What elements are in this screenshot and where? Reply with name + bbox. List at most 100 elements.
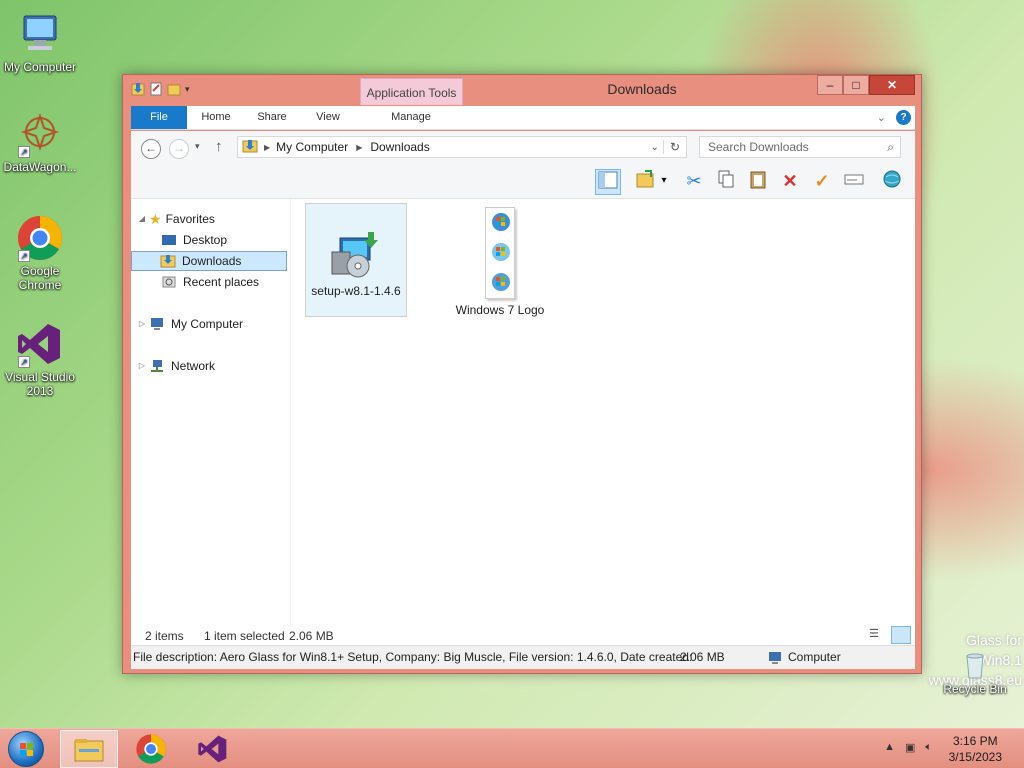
- desktop-icon-recycle-bin[interactable]: Recycle Bin: [935, 648, 1015, 696]
- file-name: Windows 7 Logo: [455, 303, 545, 317]
- large-icons-view-icon[interactable]: [891, 626, 911, 644]
- search-icon[interactable]: ⌕: [887, 137, 894, 157]
- tab-file[interactable]: File: [131, 106, 187, 129]
- maximize-button[interactable]: □: [843, 75, 869, 95]
- file-explorer-icon: [74, 739, 104, 762]
- file-description: File description: Aero Glass for Win8.1+…: [133, 650, 693, 664]
- expand-arrow-icon[interactable]: ▷: [137, 314, 147, 334]
- command-toolbar: ▾ ✂ ✕ ✓: [131, 165, 915, 199]
- network-icon[interactable]: ▣: [905, 741, 915, 754]
- address-bar[interactable]: ▶ My Computer ▶ Downloads ⌄ ↻: [237, 136, 687, 158]
- window-title: Downloads: [607, 81, 677, 97]
- taskbar-visual-studio[interactable]: [184, 730, 242, 768]
- nav-recent-places[interactable]: Recent places: [161, 272, 259, 292]
- back-button[interactable]: ←: [141, 139, 161, 159]
- ribbon-tabs: File Home Share View Manage ⌄ ?: [131, 106, 915, 130]
- file-item-windows7-logo[interactable]: Windows 7 Logo: [427, 203, 573, 317]
- computer-icon: [767, 650, 783, 664]
- nav-network[interactable]: ▷ Network: [137, 356, 215, 376]
- recent-locations-icon[interactable]: ▾: [195, 141, 200, 152]
- nav-label: Favorites: [165, 212, 215, 226]
- help-icon[interactable]: ?: [896, 110, 911, 125]
- copy-icon[interactable]: [713, 169, 739, 195]
- system-tray: ▲ ▣ 🔈︎: [884, 741, 932, 754]
- nav-my-computer[interactable]: ▷ My Computer: [137, 314, 243, 334]
- desktop-icon-my-computer[interactable]: My Computer: [0, 10, 80, 74]
- address-row: ← → ▾ ↑ ▶ My Computer ▶ Downloads ⌄ ↻ Se…: [131, 131, 915, 165]
- explorer-window: ▾ Application Tools Downloads – □ ✕ File…: [122, 74, 922, 674]
- preview-pane-icon[interactable]: [595, 169, 621, 195]
- desktop-icon: [161, 233, 177, 247]
- file-name: setup-w8.1-1.4.6: [311, 284, 401, 298]
- taskbar-file-explorer[interactable]: [60, 730, 118, 768]
- selection-size: 2.06 MB: [289, 629, 334, 643]
- nav-desktop[interactable]: Desktop: [161, 230, 227, 250]
- desktop-icon-visual-studio[interactable]: ↗ Visual Studio 2013: [0, 320, 80, 398]
- desktop-icon-label: Visual Studio 2013: [5, 370, 75, 398]
- tab-share[interactable]: Share: [249, 106, 295, 129]
- breadcrumb-item[interactable]: Downloads: [370, 140, 429, 154]
- chevron-down-icon[interactable]: ▾: [657, 169, 671, 195]
- chevron-right-icon: ▶: [264, 142, 271, 152]
- details-location: Computer: [788, 650, 841, 664]
- desktop-icon-chrome[interactable]: ↗ Google Chrome: [0, 214, 80, 292]
- nav-label: My Computer: [171, 317, 244, 331]
- recent-places-icon: [161, 275, 177, 289]
- nav-favorites[interactable]: ◢ ★ Favorites: [137, 209, 215, 229]
- close-button[interactable]: ✕: [869, 75, 915, 95]
- breadcrumb-item[interactable]: My Computer: [276, 140, 348, 154]
- paste-icon[interactable]: [745, 169, 771, 195]
- rename-icon[interactable]: [841, 169, 867, 195]
- refresh-icon[interactable]: ↻: [662, 140, 680, 154]
- chevron-down-icon[interactable]: ⌄: [651, 142, 659, 153]
- new-folder-icon[interactable]: [633, 169, 659, 195]
- image-thumbnail-icon: [485, 207, 515, 299]
- status-bar: 2 items 1 item selected 2.06 MB ☰: [131, 625, 915, 645]
- tab-manage[interactable]: Manage: [367, 106, 455, 129]
- folder-icon[interactable]: [131, 81, 145, 97]
- start-button[interactable]: [8, 731, 44, 767]
- delete-icon[interactable]: ✕: [777, 169, 803, 195]
- tab-view[interactable]: View: [307, 106, 349, 129]
- nav-downloads[interactable]: Downloads: [131, 251, 287, 271]
- file-item-setup[interactable]: setup-w8.1-1.4.6: [305, 203, 407, 317]
- minimize-button[interactable]: –: [817, 75, 843, 95]
- show-hidden-icons-icon[interactable]: ▲: [884, 741, 895, 754]
- up-button[interactable]: ↑: [215, 138, 223, 155]
- quick-access-toolbar: ▾: [131, 81, 195, 97]
- selection-count: 1 item selected: [204, 629, 285, 643]
- chevron-right-icon: ▶: [356, 142, 363, 152]
- chevron-down-icon[interactable]: ▾: [185, 81, 195, 97]
- clock-date: 3/15/2023: [948, 750, 1002, 764]
- select-icon[interactable]: ✓: [809, 169, 835, 195]
- shortcut-arrow-icon: ↗: [18, 146, 30, 158]
- new-folder-icon[interactable]: [167, 81, 181, 97]
- clock[interactable]: 3:16 PM 3/15/2023: [949, 733, 1002, 765]
- downloads-folder-icon: [160, 254, 176, 268]
- windows-logo-icon: [20, 743, 33, 756]
- folder-icon: [242, 139, 258, 156]
- cut-icon[interactable]: ✂: [681, 169, 707, 195]
- visual-studio-icon: ↗: [16, 320, 64, 368]
- search-placeholder: Search Downloads: [708, 140, 809, 154]
- globe-icon[interactable]: [879, 169, 905, 195]
- expand-arrow-icon[interactable]: ▷: [137, 356, 147, 376]
- search-input[interactable]: Search Downloads ⌕: [699, 136, 901, 158]
- desktop-icon-label: My Computer: [3, 60, 77, 74]
- volume-icon[interactable]: 🔈︎: [925, 741, 932, 754]
- forward-button[interactable]: →: [169, 139, 189, 159]
- recycle-bin-icon: [959, 648, 991, 680]
- visual-studio-icon: [198, 735, 227, 763]
- desktop-icon-datawagon[interactable]: ↗ DataWagon...: [0, 110, 80, 174]
- properties-icon[interactable]: [149, 81, 163, 97]
- computer-icon: [16, 10, 64, 58]
- tab-home[interactable]: Home: [193, 106, 239, 129]
- title-bar[interactable]: ▾ Application Tools Downloads – □ ✕: [123, 75, 921, 105]
- details-view-icon[interactable]: ☰: [869, 627, 887, 643]
- ribbon-help-area: ⌄ ?: [877, 110, 911, 125]
- expand-arrow-icon[interactable]: ◢: [137, 209, 147, 229]
- contextual-tab-group: Application Tools: [360, 78, 463, 105]
- nav-label: Desktop: [183, 233, 228, 247]
- taskbar-chrome[interactable]: [122, 730, 180, 768]
- expand-ribbon-icon[interactable]: ⌄: [877, 111, 886, 124]
